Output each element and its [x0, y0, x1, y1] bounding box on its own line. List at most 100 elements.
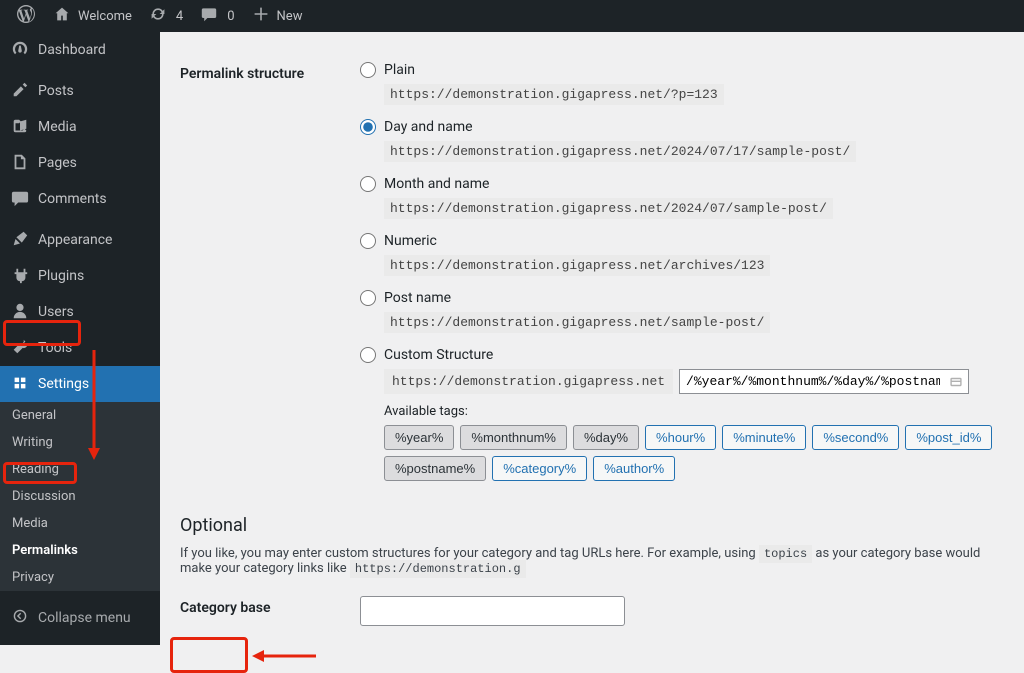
tag-minute[interactable]: %minute% — [722, 425, 806, 450]
settings-submenu: General Writing Reading Discussion Media… — [0, 402, 160, 591]
tag-hour[interactable]: %hour% — [645, 425, 716, 450]
site-name-text: Welcome — [78, 9, 132, 24]
radio-month-name[interactable] — [360, 176, 376, 192]
submenu-writing[interactable]: Writing — [0, 429, 160, 456]
site-name[interactable]: Welcome — [44, 0, 140, 32]
menu-users[interactable]: Users — [0, 294, 160, 330]
submenu-general[interactable]: General — [0, 402, 160, 429]
radio-post-name[interactable] — [360, 290, 376, 306]
settings-icon — [10, 374, 30, 394]
plugins-icon — [10, 266, 30, 286]
tag-author[interactable]: %author% — [593, 456, 675, 481]
radio-plain[interactable] — [360, 62, 376, 78]
tag-day[interactable]: %day% — [573, 425, 639, 450]
post-name-example: https://demonstration.gigapress.net/samp… — [384, 312, 770, 333]
admin-bar: Welcome 4 0 New — [0, 0, 1024, 32]
menu-plugins[interactable]: Plugins — [0, 258, 160, 294]
home-icon — [52, 6, 72, 26]
media-icon — [10, 117, 30, 137]
tag-second[interactable]: %second% — [812, 425, 899, 450]
menu-label: Settings — [38, 376, 89, 392]
menu-appearance[interactable]: Appearance — [0, 222, 160, 258]
menu-label: Tools — [38, 340, 72, 356]
radio-label: Plain — [384, 62, 415, 78]
menu-posts[interactable]: Posts — [0, 73, 160, 109]
updates-count: 4 — [176, 9, 183, 24]
custom-prefix: https://demonstration.gigapress.net — [384, 369, 673, 394]
menu-pages[interactable]: Pages — [0, 145, 160, 181]
menu-dashboard[interactable]: Dashboard — [0, 32, 160, 68]
menu-label: Pages — [38, 155, 77, 171]
collapse-menu[interactable]: Collapse menu — [0, 601, 160, 635]
option-custom[interactable]: Custom Structure — [360, 347, 1004, 363]
tag-postid[interactable]: %post_id% — [905, 425, 992, 450]
option-numeric[interactable]: Numeric — [360, 233, 1004, 249]
posts-icon — [10, 81, 30, 101]
radio-label: Custom Structure — [384, 347, 493, 363]
optional-description: If you like, you may enter custom struct… — [180, 546, 1004, 576]
comment-icon — [10, 189, 30, 209]
menu-label: Users — [38, 304, 74, 320]
optional-heading: Optional — [180, 515, 1004, 536]
updates[interactable]: 4 — [140, 0, 191, 32]
menu-label: Posts — [38, 83, 74, 99]
numeric-example: https://demonstration.gigapress.net/arch… — [384, 255, 770, 276]
collapse-label: Collapse menu — [38, 610, 131, 626]
users-icon — [10, 302, 30, 322]
option-day-name[interactable]: Day and name — [360, 119, 1004, 135]
submenu-privacy[interactable]: Privacy — [0, 564, 160, 591]
submenu-reading[interactable]: Reading — [0, 456, 160, 483]
menu-media[interactable]: Media — [0, 109, 160, 145]
new-content[interactable]: New — [243, 0, 311, 32]
tag-category[interactable]: %category% — [492, 456, 587, 481]
radio-label: Post name — [384, 290, 451, 306]
appearance-icon — [10, 230, 30, 250]
menu-label: Media — [38, 119, 77, 135]
admin-sidebar: Dashboard Posts Media Pages Comments App… — [0, 32, 160, 645]
menu-comments[interactable]: Comments — [0, 181, 160, 217]
radio-custom[interactable] — [360, 347, 376, 363]
update-icon — [148, 6, 168, 26]
tag-monthnum[interactable]: %monthnum% — [460, 425, 567, 450]
available-tags-label: Available tags: — [384, 404, 1004, 419]
collapse-icon — [10, 609, 30, 627]
menu-label: Appearance — [38, 232, 112, 248]
menu-tools[interactable]: Tools — [0, 330, 160, 366]
plus-icon — [251, 6, 271, 26]
submenu-media[interactable]: Media — [0, 510, 160, 537]
category-base-input[interactable] — [360, 596, 625, 626]
comments-count: 0 — [227, 9, 234, 24]
radio-day-name[interactable] — [360, 119, 376, 135]
permalink-structure-label: Permalink structure — [180, 62, 360, 82]
menu-settings[interactable]: Settings — [0, 366, 160, 402]
radio-label: Day and name — [384, 119, 473, 135]
dashboard-icon — [10, 40, 30, 60]
radio-label: Numeric — [384, 233, 437, 249]
option-plain[interactable]: Plain — [360, 62, 1004, 78]
option-month-name[interactable]: Month and name — [360, 176, 1004, 192]
annotation-arrow-left — [250, 647, 320, 665]
input-card-icon — [949, 375, 963, 389]
submenu-discussion[interactable]: Discussion — [0, 483, 160, 510]
tools-icon — [10, 338, 30, 358]
option-post-name[interactable]: Post name — [360, 290, 1004, 306]
wordpress-icon — [16, 5, 36, 27]
radio-numeric[interactable] — [360, 233, 376, 249]
comments-icon — [199, 6, 219, 26]
wp-logo[interactable] — [8, 0, 44, 32]
radio-label: Month and name — [384, 176, 489, 192]
menu-label: Dashboard — [38, 42, 106, 58]
custom-structure-input[interactable] — [679, 369, 969, 394]
month-name-example: https://demonstration.gigapress.net/2024… — [384, 198, 833, 219]
category-base-label: Category base — [180, 596, 360, 616]
day-name-example: https://demonstration.gigapress.net/2024… — [384, 141, 856, 162]
tag-year[interactable]: %year% — [384, 425, 454, 450]
menu-label: Comments — [38, 191, 107, 207]
main-content: Permalink structure Plain https://demons… — [160, 32, 1024, 645]
pages-icon — [10, 153, 30, 173]
available-tags: %year% %monthnum% %day% %hour% %minute% … — [384, 425, 1004, 481]
menu-label: Plugins — [38, 268, 84, 284]
tag-postname[interactable]: %postname% — [384, 456, 486, 481]
comments[interactable]: 0 — [191, 0, 242, 32]
submenu-permalinks[interactable]: Permalinks — [0, 537, 160, 564]
